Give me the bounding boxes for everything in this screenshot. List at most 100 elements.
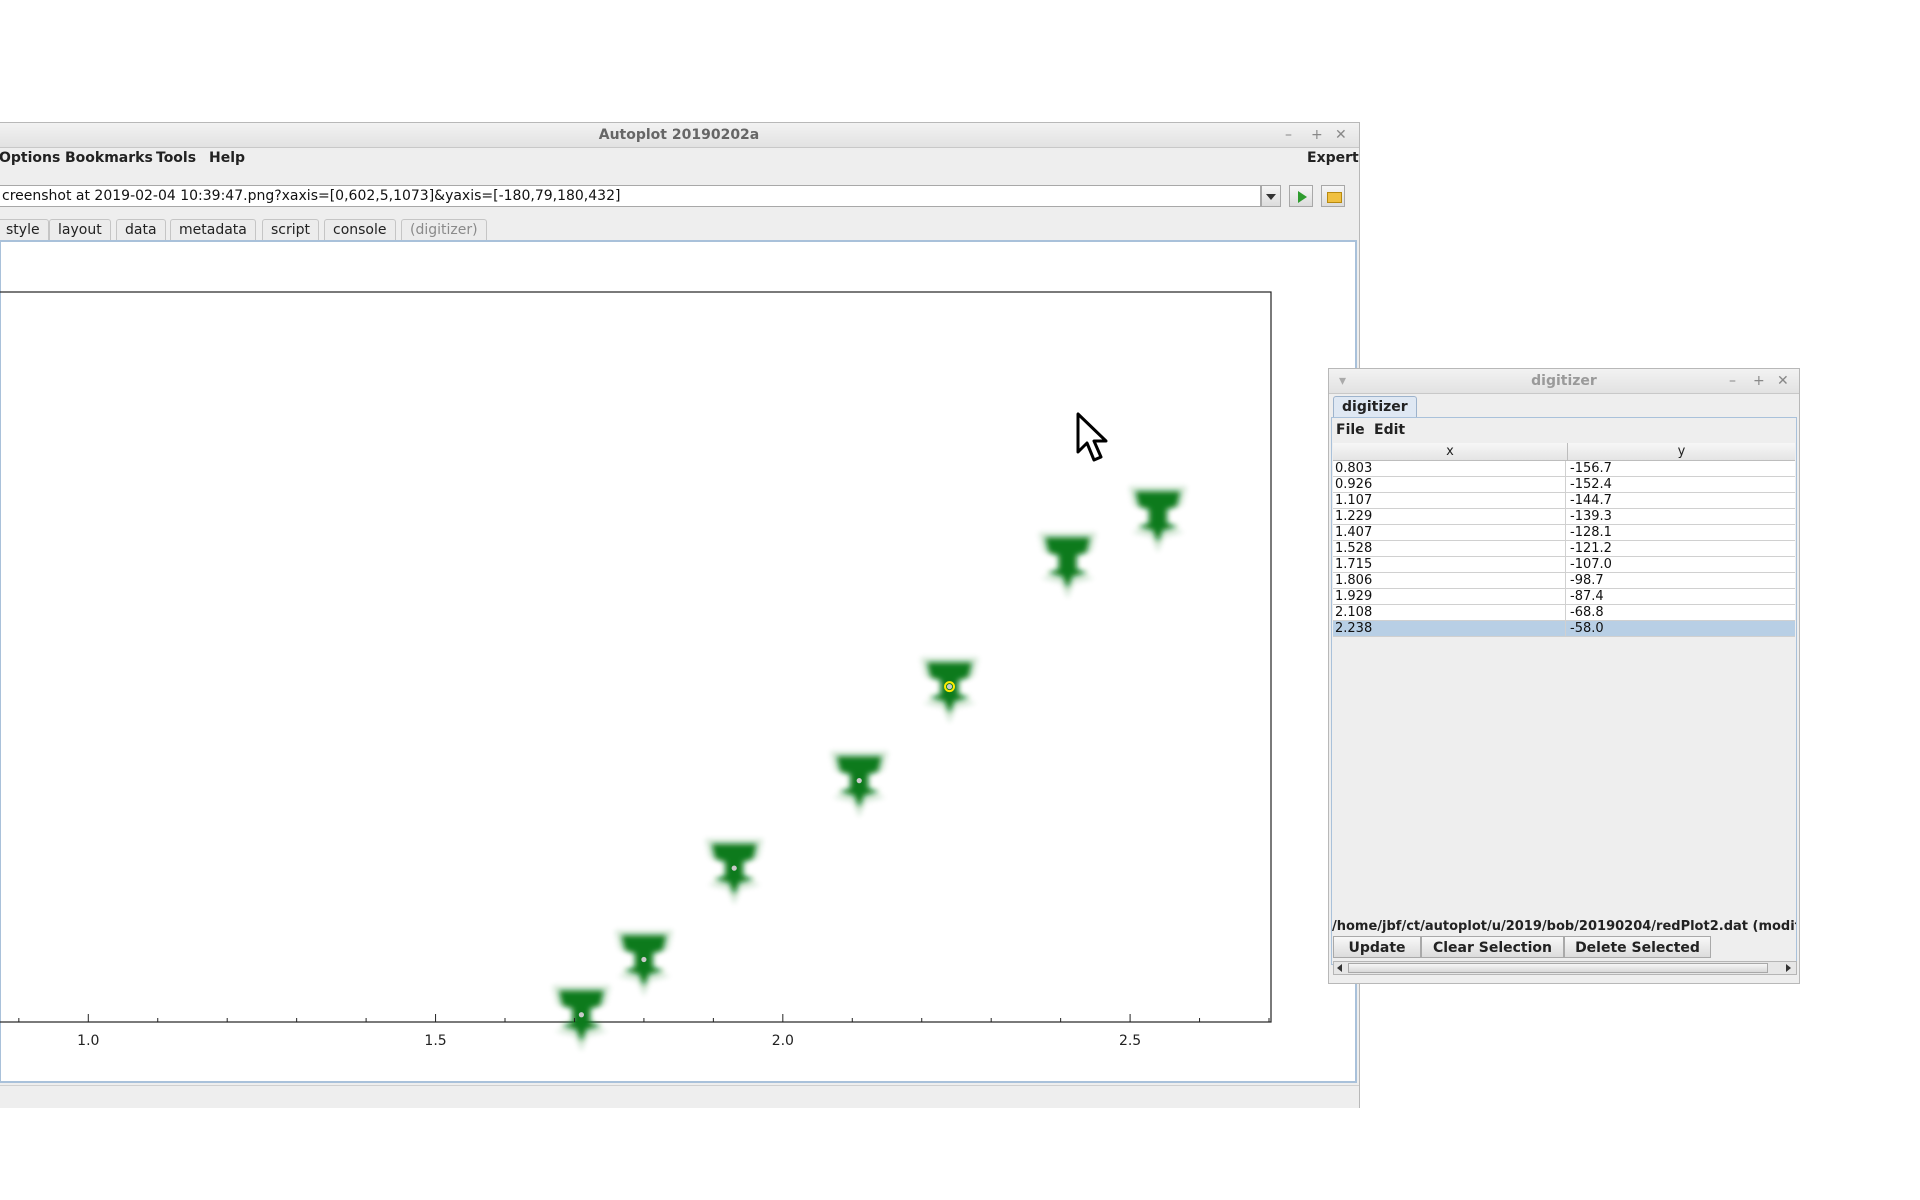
table-row[interactable]: 0.803 -156.7 [1333, 461, 1795, 477]
window-menu-icon[interactable]: ▾ [1339, 369, 1346, 393]
data-point[interactable] [830, 751, 889, 818]
data-table[interactable]: x y 0.803 -156.7 0.926 -152.4 1.107 -144.7 1.2… [1333, 443, 1795, 917]
table-row[interactable]: 2.238 -58.0 [1333, 621, 1795, 637]
digitizer-close-icon[interactable]: ✕ [1777, 369, 1789, 393]
tab-layout[interactable]: layout [49, 219, 111, 240]
tab-metadata[interactable]: metadata [170, 219, 256, 240]
table-row[interactable]: 1.407 -128.1 [1333, 525, 1795, 541]
data-point[interactable] [614, 930, 673, 997]
digitizer-minimize-icon[interactable]: – [1729, 369, 1736, 393]
menu-help[interactable]: Help [209, 147, 245, 169]
main-titlebar[interactable]: Autoplot 20190202a [0, 123, 1359, 148]
go-button[interactable] [1289, 185, 1313, 207]
scroll-left-icon[interactable] [1337, 964, 1342, 972]
main-menubar: Options Bookmarks Tools Help Expert [0, 147, 1359, 169]
tab-data[interactable]: data [116, 219, 166, 240]
cell-x[interactable]: 1.929 [1335, 589, 1566, 604]
table-header: x y [1333, 443, 1795, 461]
scatter-plot[interactable]: 1.0 1.5 2.0 2.5 [0, 290, 1275, 1090]
cell-y[interactable]: -107.0 [1570, 557, 1792, 572]
cell-x[interactable]: 1.229 [1335, 509, 1566, 524]
minimize-icon[interactable]: – [1285, 123, 1292, 147]
maximize-icon[interactable]: + [1311, 123, 1323, 147]
digitizer-tab[interactable]: digitizer [1333, 396, 1417, 417]
uri-dropdown-button[interactable] [1261, 185, 1281, 207]
scroll-thumb[interactable] [1348, 963, 1768, 973]
digitized-dot [731, 865, 737, 871]
cell-x[interactable]: 2.108 [1335, 605, 1566, 620]
play-icon [1298, 191, 1307, 203]
data-point[interactable] [1128, 486, 1187, 553]
cell-y[interactable]: -128.1 [1570, 525, 1792, 540]
cell-x[interactable]: 0.926 [1335, 477, 1566, 492]
table-row[interactable]: 1.229 -139.3 [1333, 509, 1795, 525]
file-status: /home/jbf/ct/autoplot/u/2019/bob/2019020… [1332, 919, 1796, 934]
menu-tools[interactable]: Tools [156, 147, 196, 169]
cell-y[interactable]: -152.4 [1570, 477, 1792, 492]
digitized-dot [856, 778, 862, 784]
x-tick-label: 2.0 [772, 1033, 794, 1049]
cell-y[interactable]: -98.7 [1570, 573, 1792, 588]
uri-text: creenshot at 2019-02-04 10:39:47.png?xax… [2, 188, 621, 204]
cell-y[interactable]: -139.3 [1570, 509, 1792, 524]
scroll-right-icon[interactable] [1786, 964, 1791, 972]
mouse-cursor-icon [1076, 412, 1108, 462]
data-point[interactable] [1038, 532, 1097, 599]
data-point[interactable] [705, 839, 764, 905]
menu-expert[interactable]: Expert [1307, 147, 1359, 169]
cell-y[interactable]: -121.2 [1570, 541, 1792, 556]
cell-y[interactable]: -68.8 [1570, 605, 1792, 620]
cell-x[interactable]: 1.528 [1335, 541, 1566, 556]
column-header-y[interactable]: y [1568, 443, 1795, 460]
open-file-button[interactable] [1321, 185, 1345, 207]
cell-y[interactable]: -156.7 [1570, 461, 1792, 476]
tab-bar: style layout data metadata script consol… [0, 219, 1359, 240]
digitizer-window: digitizer ▾ – + ✕ digitizer File Edit x … [1328, 368, 1800, 984]
digitizer-menu-file[interactable]: File [1336, 420, 1365, 440]
column-header-x[interactable]: x [1333, 443, 1568, 460]
cell-x[interactable]: 2.238 [1335, 621, 1566, 636]
cell-x[interactable]: 0.803 [1335, 461, 1566, 476]
uri-field[interactable]: creenshot at 2019-02-04 10:39:47.png?xax… [0, 185, 1261, 207]
table-row[interactable]: 1.528 -121.2 [1333, 541, 1795, 557]
digitized-dot [946, 683, 953, 690]
data-point[interactable] [552, 985, 611, 1052]
tab-style[interactable]: style [0, 219, 49, 240]
cell-y[interactable]: -58.0 [1570, 621, 1792, 636]
cell-x[interactable]: 1.407 [1335, 525, 1566, 540]
plot-area-frame [0, 291, 1272, 1023]
cell-x[interactable]: 1.107 [1335, 493, 1566, 508]
digitized-dot [578, 1012, 585, 1018]
table-row[interactable]: 1.929 -87.4 [1333, 589, 1795, 605]
cell-x[interactable]: 1.806 [1335, 573, 1566, 588]
x-tick-label: 1.5 [424, 1033, 446, 1049]
digitizer-maximize-icon[interactable]: + [1753, 369, 1765, 393]
tab-console[interactable]: console [324, 219, 396, 240]
table-row[interactable]: 1.107 -144.7 [1333, 493, 1795, 509]
folder-icon [1327, 192, 1342, 203]
horizontal-scrollbar[interactable] [1333, 961, 1797, 975]
clear-selection-button[interactable]: Clear Selection [1421, 936, 1564, 958]
tab-digitizer[interactable]: (digitizer) [401, 219, 487, 240]
menu-options[interactable]: Options [0, 147, 60, 169]
delete-selected-button[interactable]: Delete Selected [1564, 936, 1711, 958]
table-row[interactable]: 0.926 -152.4 [1333, 477, 1795, 493]
table-row[interactable]: 1.715 -107.0 [1333, 557, 1795, 573]
digitizer-menu-edit[interactable]: Edit [1374, 420, 1405, 440]
x-tick-label: 2.5 [1119, 1033, 1141, 1049]
digitizer-panel: File Edit x y 0.803 -156.7 0.926 -152.4 1.10… [1331, 417, 1797, 965]
table-row[interactable]: 1.806 -98.7 [1333, 573, 1795, 589]
digitized-dot [641, 956, 647, 963]
x-tick-label: 1.0 [77, 1033, 99, 1049]
table-row[interactable]: 2.108 -68.8 [1333, 605, 1795, 621]
cell-y[interactable]: -144.7 [1570, 493, 1792, 508]
chevron-down-icon [1266, 194, 1276, 200]
main-window-title: Autoplot 20190202a [598, 127, 760, 143]
close-icon[interactable]: ✕ [1335, 123, 1347, 147]
menu-bookmarks[interactable]: Bookmarks [65, 147, 153, 169]
update-button[interactable]: Update [1333, 936, 1421, 958]
cell-y[interactable]: -87.4 [1570, 589, 1792, 604]
cell-x[interactable]: 1.715 [1335, 557, 1566, 572]
digitizer-window-title: digitizer [1531, 373, 1597, 389]
tab-script[interactable]: script [262, 219, 320, 240]
